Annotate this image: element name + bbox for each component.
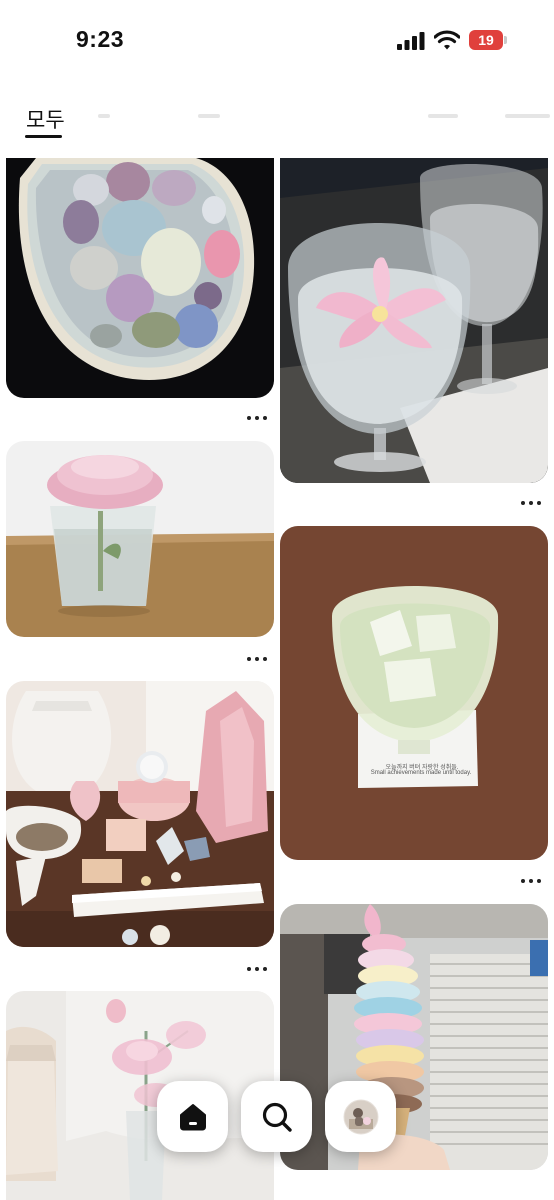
more-options-icon[interactable] (247, 414, 269, 422)
pastel-soft-serve-tower-photo[interactable] (280, 904, 548, 1170)
profile-avatar (343, 1099, 378, 1134)
signal-icon (397, 32, 425, 50)
tab-all[interactable]: 모두 (26, 104, 65, 134)
profile-nav-button[interactable] (325, 1081, 396, 1152)
pink-peony-in-glass-photo[interactable] (6, 441, 274, 637)
tab-active-underline (25, 135, 62, 138)
search-nav-button[interactable] (241, 1081, 312, 1152)
tab-placeholder (98, 114, 110, 118)
status-time: 9:23 (76, 26, 125, 52)
pink-glass-flowers-photo[interactable] (6, 991, 274, 1200)
more-options-icon[interactable] (521, 499, 543, 507)
home-nav-button[interactable] (157, 1081, 228, 1152)
search-icon (262, 1102, 292, 1132)
glass-of-ice-water-on-coaster-photo[interactable]: 오늘까지 버텨 자랑한 성취들. Small achievements made… (280, 526, 548, 860)
wifi-icon (434, 30, 460, 50)
abalone-shell-with-crystals-photo[interactable] (6, 158, 274, 398)
tab-placeholder (428, 114, 458, 118)
battery-level: 19 (469, 30, 503, 50)
coaster-text-english: Small achievements made until today. (370, 770, 472, 776)
more-options-icon[interactable] (247, 965, 269, 973)
more-options-icon[interactable] (247, 655, 269, 663)
battery-tip (504, 36, 507, 44)
rose-quartz-and-crystal-shelf-photo[interactable] (6, 681, 274, 947)
tab-placeholder (505, 114, 550, 118)
lily-in-wine-glass-photo[interactable] (280, 158, 548, 483)
tab-placeholder (198, 114, 220, 118)
more-options-icon[interactable] (521, 877, 543, 885)
board-tabs: 모두 (0, 90, 554, 150)
pinterest-feed-screen: 9:23 19 모두 오늘까지 버텨 자랑한 성취들. Small achiev… (0, 0, 554, 1200)
battery-icon: 19 (469, 30, 507, 50)
home-icon (179, 1103, 206, 1130)
